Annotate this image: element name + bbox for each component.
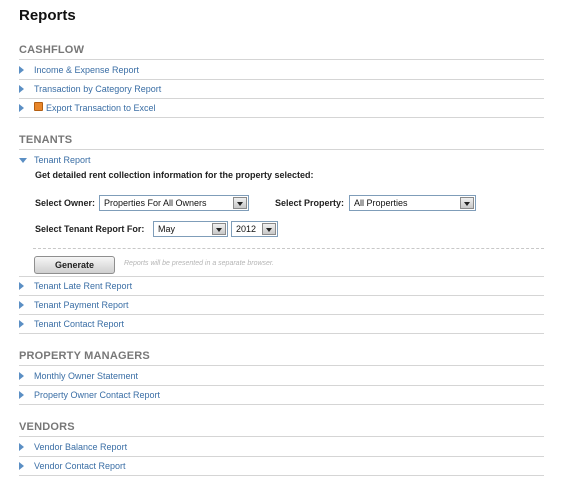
section-header-property-managers: PROPERTY MANAGERS — [19, 350, 150, 362]
chevron-down-icon[interactable] — [262, 223, 276, 235]
triangle-right-icon — [19, 391, 24, 399]
report-link-tenant-report[interactable]: Tenant Report — [19, 151, 544, 170]
generate-note: Reports will be presented in a separate … — [124, 260, 274, 267]
triangle-right-icon — [19, 301, 24, 309]
report-link-label: Tenant Contact Report — [34, 319, 125, 329]
section-header-cashflow: CASHFLOW — [19, 44, 85, 56]
generate-button[interactable]: Generate — [34, 256, 115, 274]
excel-icon — [34, 102, 43, 111]
report-link-label: Income & Expense Report — [34, 65, 140, 75]
triangle-right-icon — [19, 372, 24, 380]
report-link-vendor-balance[interactable]: Vendor Balance Report — [19, 438, 544, 457]
report-link-export-excel[interactable]: Export Transaction to Excel — [19, 99, 544, 118]
year-select-value: 2012 — [236, 224, 257, 234]
report-link-label: Transaction by Category Report — [34, 84, 162, 94]
report-link-label: Tenant Late Rent Report — [34, 281, 133, 291]
report-link-label: Export Transaction to Excel — [46, 103, 156, 113]
dashed-divider — [33, 248, 544, 249]
divider — [19, 149, 544, 150]
report-link-property-owner-contact[interactable]: Property Owner Contact Report — [19, 386, 544, 405]
report-link-tenant-contact[interactable]: Tenant Contact Report — [19, 315, 544, 334]
owner-select-value: Properties For All Owners — [104, 198, 207, 208]
triangle-right-icon — [19, 85, 24, 93]
chevron-down-icon[interactable] — [212, 223, 226, 235]
report-link-label: Vendor Balance Report — [34, 442, 128, 452]
report-link-income-expense[interactable]: Income & Expense Report — [19, 61, 544, 80]
report-link-transaction-by-category[interactable]: Transaction by Category Report — [19, 80, 544, 99]
triangle-right-icon — [19, 320, 24, 328]
report-link-label: Tenant Report — [34, 155, 91, 165]
divider — [19, 365, 544, 366]
year-select[interactable]: 2012 — [231, 221, 278, 237]
divider — [19, 436, 544, 437]
report-link-tenant-payment[interactable]: Tenant Payment Report — [19, 296, 544, 315]
report-link-label: Property Owner Contact Report — [34, 390, 161, 400]
owner-label: Select Owner: — [35, 198, 96, 208]
chevron-down-icon[interactable] — [233, 197, 247, 209]
report-link-vendor-contact[interactable]: Vendor Contact Report — [19, 457, 544, 476]
owner-select[interactable]: Properties For All Owners — [99, 195, 249, 211]
property-select[interactable]: All Properties — [349, 195, 476, 211]
triangle-right-icon — [19, 443, 24, 451]
report-link-label: Monthly Owner Statement — [34, 371, 139, 381]
property-label: Select Property: — [275, 198, 345, 208]
report-link-label: Tenant Payment Report — [34, 300, 129, 310]
report-link-monthly-owner-statement[interactable]: Monthly Owner Statement — [19, 367, 544, 386]
triangle-right-icon — [19, 104, 24, 112]
report-link-label: Vendor Contact Report — [34, 461, 126, 471]
report-link-tenant-late-rent[interactable]: Tenant Late Rent Report — [19, 277, 544, 296]
month-select[interactable]: May — [153, 221, 228, 237]
triangle-right-icon — [19, 282, 24, 290]
report-for-label: Select Tenant Report For: — [35, 224, 145, 234]
triangle-right-icon — [19, 462, 24, 470]
triangle-right-icon — [19, 66, 24, 74]
section-header-tenants: TENANTS — [19, 134, 73, 146]
page-title: Reports — [19, 7, 76, 24]
section-header-vendors: VENDORS — [19, 421, 75, 433]
divider — [19, 59, 544, 60]
chevron-down-icon[interactable] — [460, 197, 474, 209]
month-select-value: May — [158, 224, 176, 234]
property-select-value: All Properties — [354, 198, 408, 208]
tenant-report-description: Get detailed rent collection information… — [35, 170, 314, 180]
triangle-down-icon — [19, 158, 27, 163]
